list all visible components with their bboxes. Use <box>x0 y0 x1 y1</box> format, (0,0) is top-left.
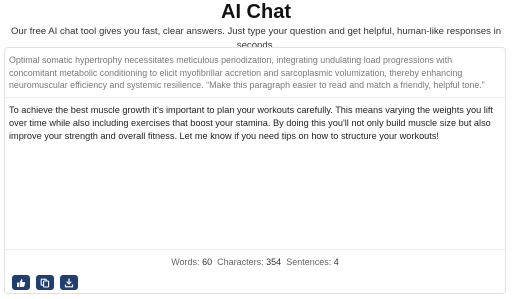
download-button[interactable] <box>60 275 78 290</box>
page-title: AI Chat <box>221 1 291 23</box>
thumbs-up-button[interactable] <box>12 275 30 290</box>
sentences-label: Sentences: <box>286 257 332 267</box>
prompt-text[interactable]: Optimal somatic hypertrophy necessitates… <box>5 48 505 98</box>
words-label: Words: <box>171 257 200 267</box>
sentences-value: 4 <box>333 257 339 267</box>
copy-button[interactable] <box>36 275 54 290</box>
thumbs-up-icon <box>17 278 26 287</box>
characters-label: Characters: <box>217 257 264 267</box>
response-text: To achieve the best muscle growth it's i… <box>9 105 493 141</box>
copy-icon <box>40 278 50 288</box>
action-buttons <box>12 275 78 290</box>
text-stats: Words: 60 Characters: 354 Sentences: 4 <box>5 256 505 268</box>
chat-panel: Optimal somatic hypertrophy necessitates… <box>4 47 506 294</box>
divider <box>5 249 505 250</box>
characters-value: 354 <box>266 257 282 267</box>
words-value: 60 <box>202 257 213 267</box>
download-icon <box>64 277 74 287</box>
